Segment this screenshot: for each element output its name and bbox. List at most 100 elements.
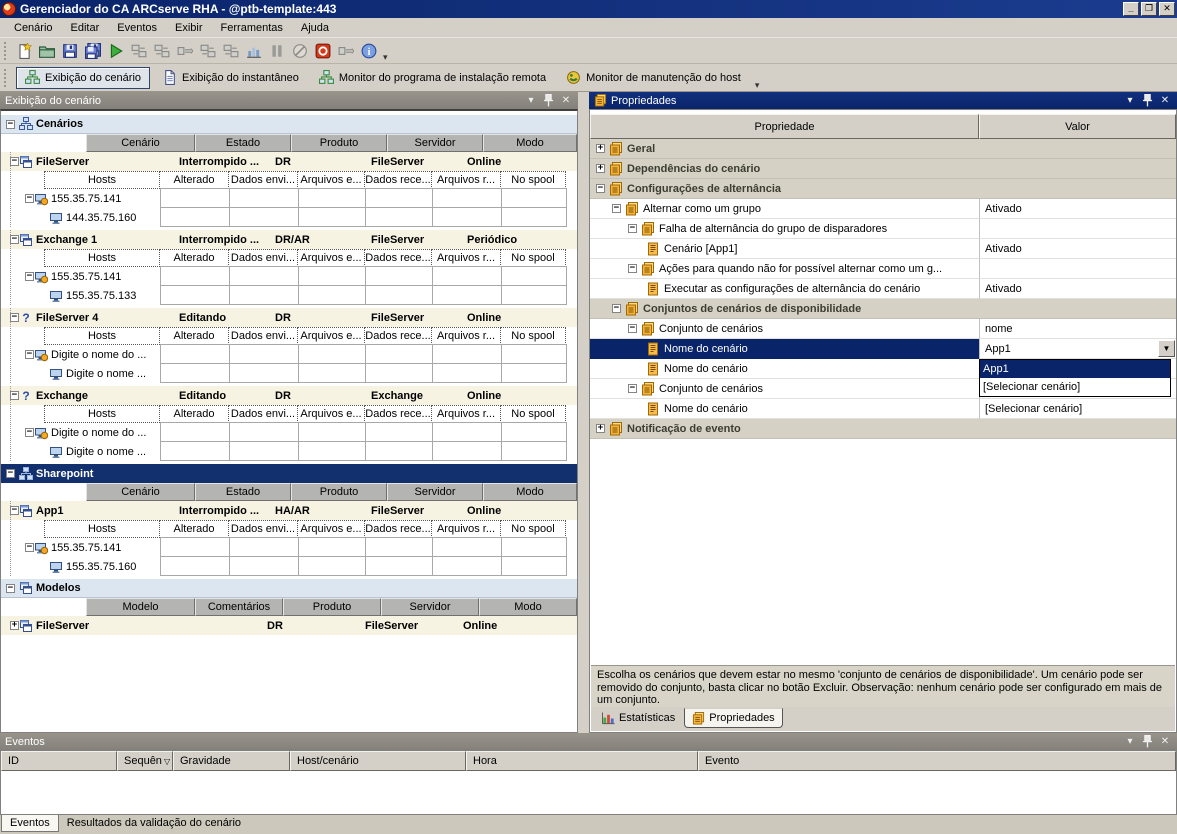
master-host-row[interactable]: 155.35.75.141: [1, 189, 577, 208]
prop-row-selected[interactable]: Nome do cenário App1 ▼: [590, 339, 1176, 359]
col-header-cenario[interactable]: Cenário: [86, 134, 195, 152]
col-header-estado[interactable]: Estado: [195, 134, 291, 152]
minimize-button[interactable]: _: [1123, 2, 1139, 16]
prop-value[interactable]: [Selecionar cenário]: [979, 399, 1176, 419]
menu-ferramentas[interactable]: Ferramentas: [213, 20, 291, 36]
tab-scenario-view[interactable]: Exibição do cenário: [16, 67, 150, 89]
prop-row[interactable]: Conjunto de cenários nome: [590, 319, 1176, 339]
prop-row[interactable]: Alternar como um grupo Ativado: [590, 199, 1176, 219]
panel-menu-chevron-icon[interactable]: ▾: [1123, 736, 1137, 747]
expander-icon[interactable]: [25, 272, 34, 281]
col-header-servidor[interactable]: Servidor: [387, 483, 483, 501]
replica-host-row[interactable]: 155.35.75.160: [1, 557, 577, 576]
pin-icon[interactable]: [1141, 735, 1154, 748]
prop-value[interactable]: [979, 259, 1176, 279]
prop-band-config-alternancia[interactable]: Configurações de alternância: [590, 179, 1176, 199]
panel-menu-chevron-icon[interactable]: ▾: [1123, 95, 1137, 106]
prop-value[interactable]: Ativado: [979, 239, 1176, 259]
col-header-host-cenario[interactable]: Host/cenário: [290, 751, 466, 771]
panel-close-icon[interactable]: ✕: [1158, 736, 1172, 747]
scenario-row-app1[interactable]: App1 Interrompido ... HA/AR FileServer O…: [1, 501, 577, 520]
panel-menu-chevron-icon[interactable]: ▾: [524, 95, 538, 106]
col-header-valor[interactable]: Valor: [979, 114, 1176, 139]
group-row-sharepoint[interactable]: Sharepoint: [1, 464, 577, 483]
expander-icon[interactable]: [10, 506, 19, 515]
toolbar-overflow-chevron-icon[interactable]: ▾: [383, 52, 388, 63]
prop-value[interactable]: Ativado: [979, 199, 1176, 219]
stop-button[interactable]: [312, 40, 334, 62]
scenario-row[interactable]: FileServer Interrompido ... DR FileServe…: [1, 152, 577, 171]
suspend-button[interactable]: [266, 40, 288, 62]
replication-tree-button[interactable]: [220, 40, 242, 62]
menu-cenario[interactable]: Cenário: [6, 20, 61, 36]
template-row[interactable]: FileServer DR FileServer Online: [1, 616, 577, 635]
master-host-row[interactable]: Digite o nome do ...: [1, 423, 577, 442]
prop-row[interactable]: Executar as configurações de alternância…: [590, 279, 1176, 299]
open-scenario-button[interactable]: [36, 40, 58, 62]
restore-data-button[interactable]: [151, 40, 173, 62]
statistics-report-button[interactable]: [243, 40, 265, 62]
pin-icon[interactable]: [1141, 94, 1154, 107]
expander-icon[interactable]: [612, 204, 621, 213]
prop-row[interactable]: Cenário [App1] Ativado: [590, 239, 1176, 259]
expander-icon[interactable]: [6, 584, 15, 593]
tab-remote-installer-monitor[interactable]: Monitor do programa de instalação remota: [311, 67, 554, 89]
panel-close-icon[interactable]: ✕: [1158, 95, 1172, 106]
expander-icon[interactable]: [10, 313, 19, 322]
scenario-row[interactable]: ? Exchange Editando DR Exchange Online: [1, 386, 577, 405]
col-header-comentarios[interactable]: Comentários: [195, 598, 283, 616]
expander-icon[interactable]: [596, 144, 605, 153]
expander-icon[interactable]: [596, 184, 605, 193]
prop-row[interactable]: Nome do cenário [Selecionar cenário]: [590, 399, 1176, 419]
menu-editar[interactable]: Editar: [63, 20, 108, 36]
dropdown-button[interactable]: ▼: [1158, 340, 1175, 357]
replica-host-row[interactable]: 155.35.75.133: [1, 286, 577, 305]
menu-exibir[interactable]: Exibir: [167, 20, 211, 36]
col-header-modo[interactable]: Modo: [483, 134, 577, 152]
prop-band-notificacao[interactable]: Notificação de evento: [590, 419, 1176, 439]
col-header-modo[interactable]: Modo: [479, 598, 577, 616]
expander-icon[interactable]: [6, 469, 15, 478]
prop-value[interactable]: nome: [979, 319, 1176, 339]
col-header-produto[interactable]: Produto: [291, 134, 387, 152]
scenario-row[interactable]: ? FileServer 4 Editando DR FileServer On…: [1, 308, 577, 327]
replica-host-row[interactable]: Digite o nome ...: [1, 364, 577, 383]
tab-host-maintenance-monitor[interactable]: Monitor de manutenção do host: [558, 67, 749, 89]
col-header-gravidade[interactable]: Gravidade: [173, 751, 290, 771]
expander-icon[interactable]: [25, 350, 34, 359]
viewtabs-overflow-chevron-icon[interactable]: ▾: [755, 80, 760, 91]
col-header-modo[interactable]: Modo: [483, 483, 577, 501]
save-button[interactable]: [59, 40, 81, 62]
sort-filter-icon[interactable]: ▽: [164, 757, 170, 766]
prop-value[interactable]: Ativado: [979, 279, 1176, 299]
col-header-id[interactable]: ID: [1, 751, 117, 771]
expander-icon[interactable]: [10, 621, 19, 630]
expander-icon[interactable]: [596, 164, 605, 173]
about-button[interactable]: [358, 40, 380, 62]
tab-eventos[interactable]: Eventos: [1, 815, 59, 832]
col-header-servidor[interactable]: Servidor: [381, 598, 479, 616]
tab-snapshot-view[interactable]: Exibição do instantâneo: [154, 67, 307, 89]
col-header-sequencia[interactable]: Sequên▽: [117, 751, 173, 771]
menu-eventos[interactable]: Eventos: [109, 20, 165, 36]
difference-report-button[interactable]: [174, 40, 196, 62]
expander-icon[interactable]: [10, 391, 19, 400]
viewtabs-grip[interactable]: [4, 69, 8, 87]
prop-row[interactable]: Ações para quando não for possível alter…: [590, 259, 1176, 279]
expander-icon[interactable]: [10, 157, 19, 166]
scenario-row[interactable]: Exchange 1 Interrompido ... DR/AR FileSe…: [1, 230, 577, 249]
restore-button[interactable]: ❐: [1141, 2, 1157, 16]
tree-root-cenarios[interactable]: Cenários: [1, 115, 577, 134]
col-header-produto[interactable]: Produto: [283, 598, 381, 616]
replica-host-row[interactable]: Digite o nome ...: [1, 442, 577, 461]
master-host-row[interactable]: 155.35.75.141: [1, 538, 577, 557]
expander-icon[interactable]: [596, 424, 605, 433]
col-header-cenario[interactable]: Cenário: [86, 483, 195, 501]
col-header-modelo[interactable]: Modelo: [86, 598, 195, 616]
menu-ajuda[interactable]: Ajuda: [293, 20, 337, 36]
master-host-row[interactable]: Digite o nome do ...: [1, 345, 577, 364]
replication-group-button[interactable]: [197, 40, 219, 62]
prop-band-geral[interactable]: Geral: [590, 139, 1176, 159]
toolbar-grip[interactable]: [4, 42, 8, 60]
pin-icon[interactable]: [542, 94, 555, 107]
